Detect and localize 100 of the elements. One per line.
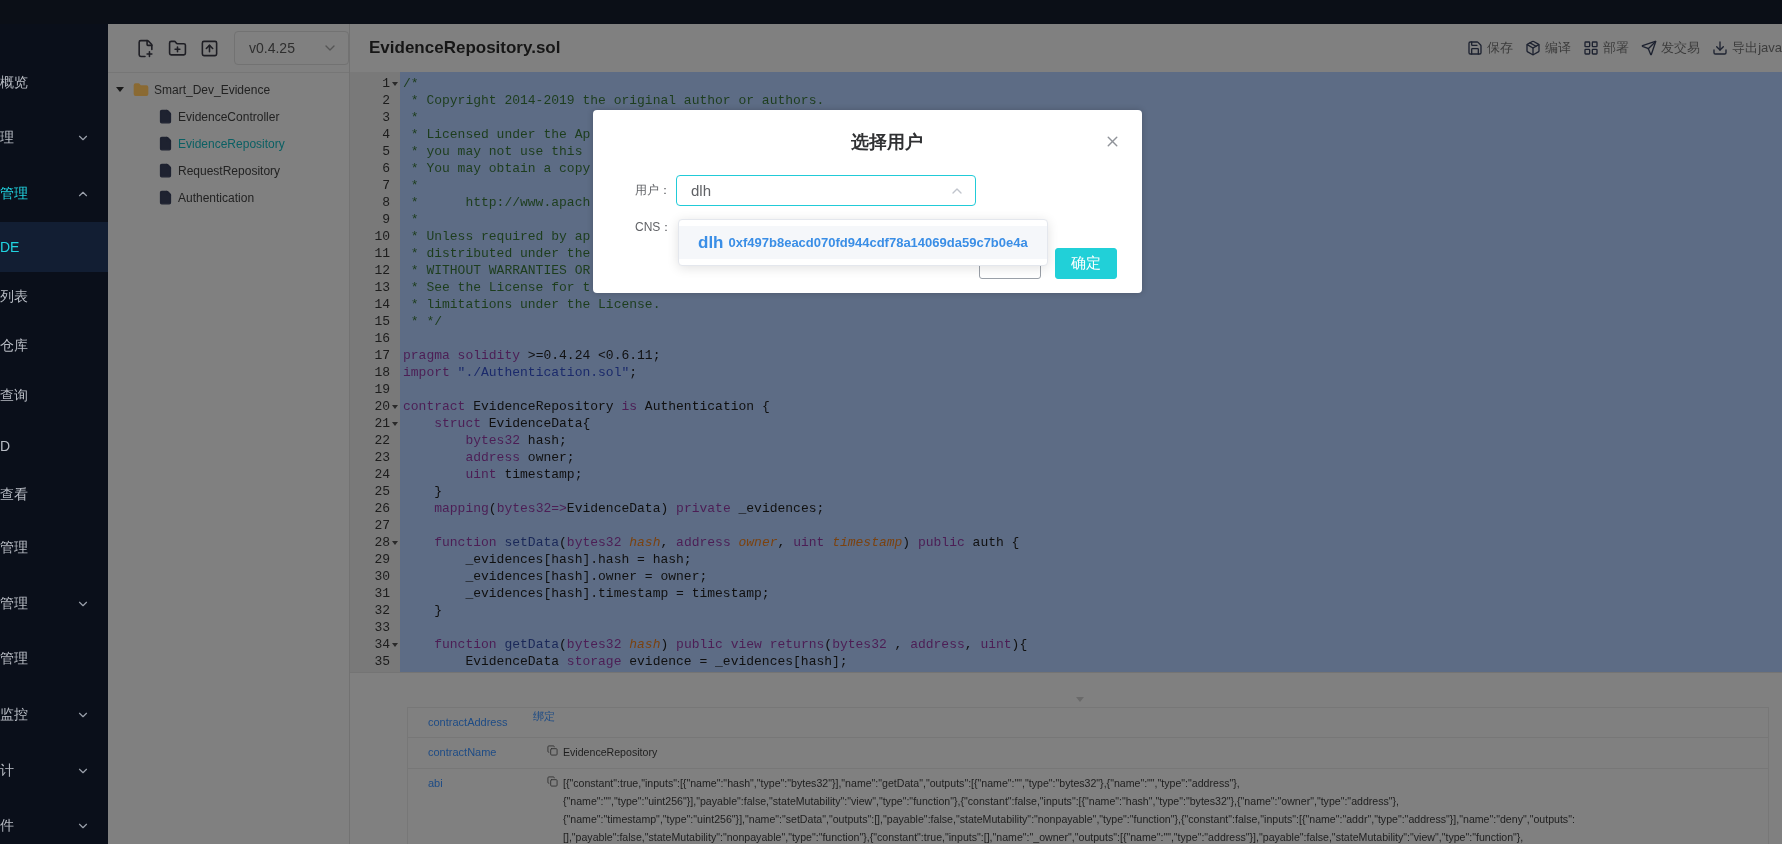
fold-icon[interactable] (392, 643, 398, 647)
line-number: 5 (382, 144, 390, 159)
line-number: 17 (374, 348, 390, 363)
code-line: bytes32 hash; (464, 432, 567, 449)
folder-item[interactable]: Smart_Dev_Evidence (108, 76, 349, 103)
copy-icon[interactable] (547, 776, 558, 787)
code-line: /* (402, 75, 419, 92)
line-number: 22 (374, 433, 390, 448)
code-line: contract EvidenceRepository is Authentication { (402, 398, 770, 415)
sidebar-item[interactable]: 管理 (0, 631, 108, 688)
line-number: 32 (374, 603, 390, 618)
copy-icon[interactable] (547, 745, 558, 756)
line-number: 2 (382, 93, 390, 108)
upload-icon[interactable] (200, 38, 219, 58)
field-value: [{"constant":true,"inputs":[{"name":"hash","type":"bytes32"}],"name":"getData","outputs":[{"name":"","type":"bytes32"},{"name":"","type":"address"}, {"name":"","type":"uint256"}],"payable":false,"stateMutability":"view","type":"function"},{"constant":false,"inputs":[{"name":"hash","type":"bytes32"},{"name":"owner","type":"address"}, {"name":"timestamp","type":"uint256"}],"name":"setData","outputs":[],"payable":false,"stateMutability":"nonpayable","type":"function"},{"constant":false,"inputs":[{"name":"addr","type":"address"}],"name":"deny","outputs": [],"payable":false,"stateMutability":"nonpayable","type":"function"},{"constant":true,"inputs":[],"name":"_owner","outputs":[{"name":"","type":"address"}],"payable":false,"stateMutability":"view","type":"function"}, (563, 776, 1575, 844)
line-number: 27 (374, 518, 390, 533)
line-number: 34 (374, 637, 390, 652)
field-value: EvidenceRepository (563, 745, 658, 760)
file-item[interactable]: EvidenceController (108, 103, 349, 130)
line-number: 25 (374, 484, 390, 499)
code-line: pragma solidity >=0.4.24 <0.6.11; (402, 347, 661, 364)
line-number: 15 (374, 314, 390, 329)
file-icon (158, 136, 173, 151)
sidebar-item[interactable]: 查看 (0, 470, 108, 521)
new-folder-icon[interactable] (168, 38, 187, 58)
cube-icon (1525, 40, 1542, 56)
line-number: 24 (374, 467, 390, 482)
user-select[interactable]: dlh (676, 175, 976, 206)
line-number: 8 (382, 195, 390, 210)
field-label: 用户： (635, 182, 672, 199)
sidebar-item[interactable]: D (0, 420, 108, 471)
line-number: 11 (374, 246, 390, 261)
file-icon (158, 163, 173, 178)
line-number: 14 (374, 297, 390, 312)
dialog-title: 选择用户 (850, 131, 923, 154)
sidebar-item[interactable]: 列表 (0, 271, 108, 322)
line-number: 30 (374, 569, 390, 584)
version-select[interactable]: v0.4.25 (234, 31, 349, 65)
new-file-icon[interactable] (136, 38, 155, 58)
field-label: contractName (427, 745, 498, 760)
download-icon (1712, 40, 1729, 56)
code-line: * http://www.apach (409, 194, 591, 211)
code-line: * (409, 211, 419, 228)
code-line: * (409, 177, 419, 194)
line-number: 12 (374, 263, 390, 278)
line-number: 7 (382, 178, 390, 193)
sidebar-item[interactable]: 概览 (0, 55, 108, 111)
code-line: * You may obtain a copy (409, 160, 591, 177)
fold-icon[interactable] (392, 422, 398, 426)
line-number: 31 (374, 586, 390, 601)
line-number: 9 (382, 212, 390, 227)
line-number: 16 (374, 331, 390, 346)
line-number: 28 (374, 535, 390, 550)
file-item[interactable]: RequestRepository (108, 157, 349, 184)
code-line: * you may not use this (409, 143, 583, 160)
line-number: 6 (382, 161, 390, 176)
code-line: import "./Authentication.sol"; (402, 364, 638, 381)
sidebar-item[interactable]: 查询 (0, 371, 108, 421)
sidebar-item[interactable]: 件 (0, 798, 108, 844)
code-line: _evidences[hash].hash = hash; (464, 551, 692, 568)
grid-icon (1583, 40, 1600, 56)
code-line: struct EvidenceData{ (433, 415, 591, 432)
fold-icon[interactable] (392, 405, 398, 409)
sidebar-item[interactable]: 管理 (0, 575, 108, 632)
field-label: contractAddress (427, 715, 509, 730)
file-item[interactable]: Authentication (108, 184, 349, 211)
code-line: * limitations under the License. (409, 296, 661, 313)
field-label: abi (427, 776, 444, 791)
line-number: 3 (382, 110, 390, 125)
line-number: 33 (374, 620, 390, 635)
file-title: EvidenceRepository.sol (369, 38, 561, 58)
code-line: mapping(bytes32=>EvidenceData) private _evidences; (433, 500, 825, 517)
line-number: 20 (374, 399, 390, 414)
line-number: 29 (374, 552, 390, 567)
line-number: 4 (382, 127, 390, 142)
code-line: * Unless required by ap (409, 228, 591, 245)
sidebar-item[interactable]: 仓库 (0, 321, 108, 372)
line-number: 13 (374, 280, 390, 295)
code-line: _evidences[hash].timestamp = timestamp; (464, 585, 770, 602)
sidebar-item[interactable]: 计 (0, 742, 108, 799)
sidebar-item[interactable]: 监控 (0, 687, 108, 743)
sidebar-item[interactable]: 管理 (0, 520, 108, 576)
file-icon (158, 109, 173, 124)
code-line: * distributed under the (409, 245, 591, 262)
code-line: * Copyright 2014-2019 the original author or authors. (409, 92, 825, 109)
code-line: function getData(bytes32 hash) public view returns(bytes32 , address, uint){ (433, 636, 1028, 653)
sidebar-item[interactable]: 理 (0, 110, 108, 167)
code-line: _evidences[hash].owner = owner; (464, 568, 708, 585)
line-number: 18 (374, 365, 390, 380)
line-number: 26 (374, 501, 390, 516)
fold-icon[interactable] (392, 541, 398, 545)
line-number: 35 (374, 654, 390, 669)
code-line: * Licensed under the Ap (409, 126, 591, 143)
code-line: * WITHOUT WARRANTIES OR (409, 262, 591, 279)
sidebar-item[interactable]: DE (0, 221, 108, 272)
folder-icon (133, 81, 149, 98)
code-line: uint timestamp; (464, 466, 583, 483)
sidebar-item[interactable]: 管理 (0, 166, 108, 222)
fold-icon[interactable] (392, 82, 398, 86)
file-icon (158, 190, 173, 205)
